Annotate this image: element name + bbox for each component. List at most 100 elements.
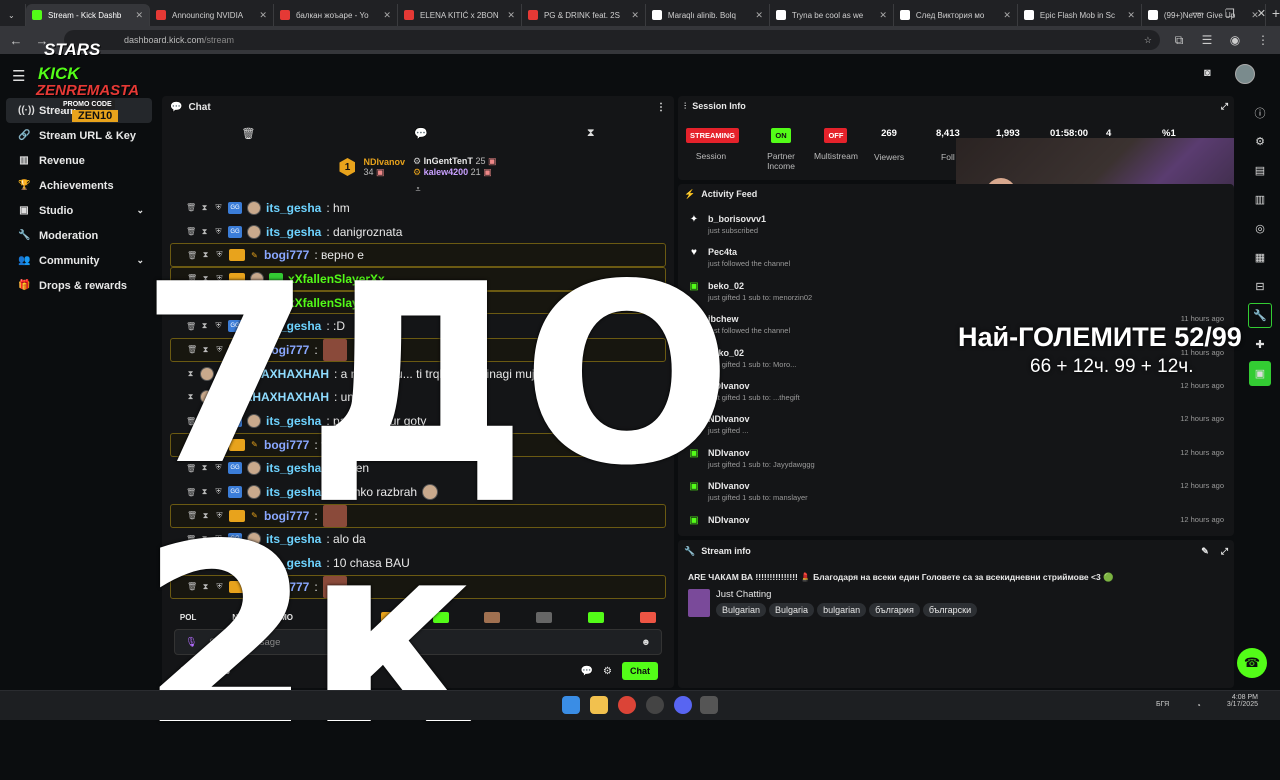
- minimize-icon[interactable]: —: [1192, 7, 1203, 19]
- settings-gear-icon[interactable]: ⚙: [603, 666, 612, 677]
- wifi-icon[interactable]: ◔: [1196, 701, 1201, 710]
- info-icon[interactable]: ⓘ: [1248, 100, 1272, 125]
- gifter-name: NDIvanov: [363, 156, 405, 167]
- rail-store-icon[interactable]: ⊟: [1248, 274, 1272, 299]
- activity-time: 12 hours ago: [1180, 481, 1224, 491]
- tab-label: След Виктория мо: [915, 10, 985, 20]
- goal-title: Най-ГОЛЕМИТЕ 52/99: [958, 322, 1242, 352]
- maximize-icon[interactable]: ❐: [1225, 7, 1235, 20]
- tab-close-icon[interactable]: ✕: [1127, 10, 1135, 21]
- start-icon[interactable]: [562, 696, 580, 714]
- tab-label: PG & DRINK feat. 2S: [543, 10, 620, 20]
- chat-username[interactable]: its_gesha: [266, 201, 321, 215]
- sidebar-item-moderation[interactable]: 🔧 Moderation: [6, 223, 152, 248]
- hamburger-menu-icon[interactable]: ☰: [12, 67, 25, 85]
- tab-close-icon[interactable]: ✕: [879, 10, 887, 21]
- stream-tag[interactable]: български: [922, 603, 978, 617]
- stream-tag[interactable]: bulgarian: [817, 603, 867, 617]
- camera-icon[interactable]: ◙: [1204, 67, 1211, 79]
- browser-tab[interactable]: Tryna be cool as we ✕: [770, 4, 894, 26]
- tab-close-icon[interactable]: ✕: [135, 10, 143, 21]
- rail-chart-icon[interactable]: ▥: [1248, 187, 1272, 212]
- activity-user[interactable]: b_borisovvv1: [708, 214, 766, 224]
- chat-send-button[interactable]: Chat: [622, 662, 658, 680]
- hourglass-icon[interactable]: ⧗: [587, 127, 595, 140]
- tab-list-dropdown[interactable]: ⌄: [0, 4, 26, 26]
- category-name[interactable]: Just Chatting: [716, 589, 980, 600]
- browser-tab[interactable]: балкан жоъаре - Yo ✕: [274, 4, 398, 26]
- delete-icon[interactable]: 🗑: [186, 203, 196, 212]
- timeout-icon[interactable]: ⧗: [200, 203, 209, 213]
- profile-icon[interactable]: ◉: [1226, 33, 1244, 47]
- tab-close-icon[interactable]: ✕: [755, 10, 763, 21]
- close-icon[interactable]: ✕: [1257, 7, 1266, 20]
- tab-close-icon[interactable]: ✕: [507, 10, 515, 21]
- browser-tab[interactable]: ELENA KITIĆ x 2BON ✕: [398, 4, 522, 26]
- stream-tag[interactable]: Bulgaria: [769, 603, 815, 617]
- rail-wrench-icon[interactable]: 🔧: [1248, 303, 1272, 328]
- sidebar-item-revenue[interactable]: ▥ Revenue: [6, 148, 152, 173]
- stream-tag[interactable]: Bulgarian: [716, 603, 767, 617]
- browser-tab[interactable]: Maraqlı alinib. Bolq ✕: [646, 4, 770, 26]
- rail-game-icon[interactable]: ✚: [1248, 332, 1272, 357]
- browser-tab[interactable]: След Виктория мо ✕: [894, 4, 1018, 26]
- more-icon[interactable]: ⋮: [1254, 33, 1272, 47]
- browser-tab[interactable]: Epic Flash Mob in Sc ✕: [1018, 4, 1142, 26]
- back-icon[interactable]: ←: [8, 33, 24, 48]
- chevron-down-icon[interactable]: ⌄: [136, 205, 144, 216]
- chat-support-button[interactable]: ☎: [1237, 648, 1267, 678]
- gifter-2[interactable]: ⚙ InGentTenT 25 ▣ ⚙ kalew4200 21 ▣: [413, 156, 497, 178]
- app-icon[interactable]: [700, 696, 718, 714]
- tab-close-icon[interactable]: ✕: [383, 10, 391, 21]
- discord-icon[interactable]: [674, 696, 692, 714]
- quick-emote-icon[interactable]: [536, 611, 553, 623]
- activity-item[interactable]: ▣ NDIvanov 12 hours ago: [678, 505, 1234, 536]
- popout-icon[interactable]: ⤢: [1221, 546, 1228, 557]
- gifter-count: 34: [363, 166, 374, 177]
- extensions-icon[interactable]: ⧉: [1170, 33, 1188, 48]
- gifter-1[interactable]: NDIvanov 34 ▣: [363, 157, 405, 178]
- sidebar-item-community[interactable]: 👥 Community ⌄: [6, 248, 152, 273]
- category-thumbnail[interactable]: [688, 589, 710, 617]
- stream-tag[interactable]: българия: [869, 603, 920, 617]
- rail-layout-icon[interactable]: ▦: [1248, 245, 1272, 270]
- lang-indicator[interactable]: БГЯ: [1156, 701, 1169, 708]
- quick-emote-icon[interactable]: [484, 611, 501, 623]
- collapse-icon[interactable]: ⩡: [162, 185, 674, 196]
- rail-pin-icon[interactable]: ◎: [1248, 216, 1272, 241]
- quick-emote-icon[interactable]: [588, 611, 605, 623]
- url-field[interactable]: dashboard.kick.com/stream ☆: [64, 30, 1160, 50]
- promo-zenremasta: ZENREMASTA: [36, 82, 140, 99]
- browser-tab[interactable]: Stream - Kick Dashb ✕: [26, 4, 150, 26]
- chat-more-icon[interactable]: ⋮: [656, 102, 666, 113]
- rail-settings-icon[interactable]: ⚙: [1248, 129, 1272, 154]
- edit-icon[interactable]: ✎: [1201, 546, 1209, 557]
- trash-icon[interactable]: 🗑: [241, 127, 255, 140]
- popout-icon[interactable]: ⤢: [1221, 101, 1228, 112]
- star-icon[interactable]: ☆: [1144, 35, 1152, 46]
- tabs-search-icon[interactable]: ☰: [1198, 33, 1216, 47]
- speech-icon[interactable]: 💬: [414, 127, 428, 140]
- emoji-icon[interactable]: ☻: [641, 637, 651, 648]
- chat-message[interactable]: 🗑 ⧗ ⛨ GG its_gesha: hm: [170, 196, 666, 220]
- browser-tab[interactable]: PG & DRINK feat. 2S ✕: [522, 4, 646, 26]
- sidebar-item-drops-rewards[interactable]: 🎁 Drops & rewards: [6, 273, 152, 298]
- sidebar-item-achievements[interactable]: 🏆 Achievements: [6, 173, 152, 198]
- sidebar-item-studio[interactable]: ▣ Studio ⌄: [6, 198, 152, 223]
- tab-close-icon[interactable]: ✕: [631, 10, 639, 21]
- tab-label: Maraqlı alinib. Bolq: [667, 10, 736, 20]
- rank-badge: 1: [339, 158, 356, 176]
- chrome-icon[interactable]: [618, 696, 636, 714]
- activity-item[interactable]: ✦ b_borisovvv1 just subscribed: [678, 204, 1234, 237]
- rail-list-icon[interactable]: ▤: [1248, 158, 1272, 183]
- chat-settings-bubble-icon[interactable]: 💬: [581, 666, 593, 677]
- quick-emote-icon[interactable]: [640, 611, 656, 623]
- file-explorer-icon[interactable]: [590, 696, 608, 714]
- avatar[interactable]: [1235, 64, 1255, 84]
- tab-close-icon[interactable]: ✕: [259, 10, 267, 21]
- tab-close-icon[interactable]: ✕: [1003, 10, 1011, 21]
- obs-icon[interactable]: [646, 696, 664, 714]
- browser-tab[interactable]: Announcing NVIDIA ✕: [150, 4, 274, 26]
- rail-green-icon[interactable]: ▣: [1249, 361, 1271, 386]
- clock[interactable]: 4:08 PM 3/17/2025: [1218, 694, 1258, 708]
